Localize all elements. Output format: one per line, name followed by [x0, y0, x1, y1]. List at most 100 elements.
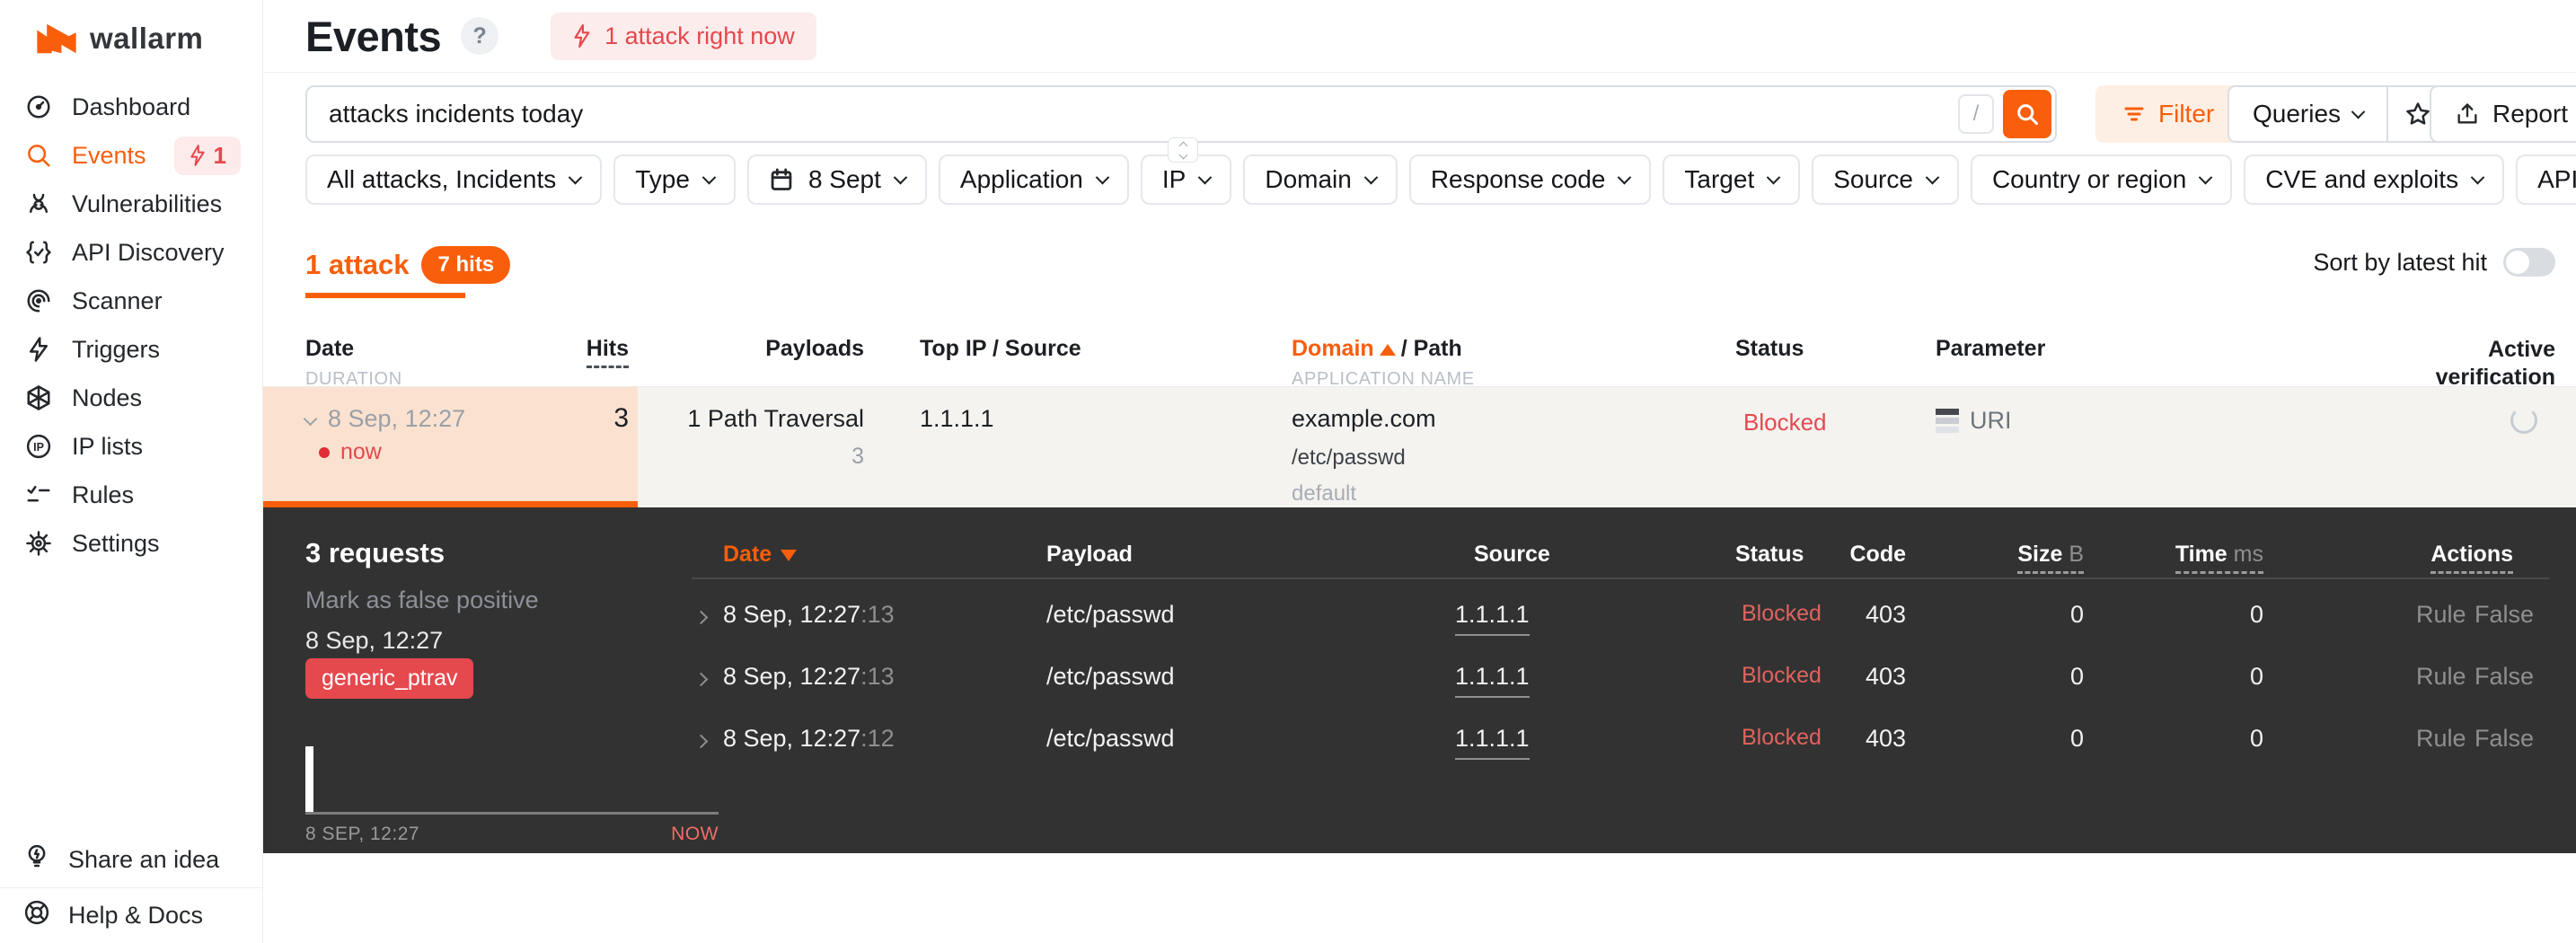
chevron-down-icon: [2351, 104, 2366, 119]
cube-icon: [23, 384, 54, 411]
domain-sort-label[interactable]: Domain: [1292, 336, 1374, 361]
filter-chip-domain[interactable]: Domain: [1243, 154, 1398, 205]
wallarm-logo[interactable]: wallarm: [0, 0, 262, 74]
results-tabbar: 1 attack 7 hits Sort by latest hit: [305, 235, 2555, 302]
chevron-down-icon: [1618, 170, 1632, 184]
sidebar-item-label: Vulnerabilities: [72, 189, 223, 217]
events-attack-badge: 1: [173, 136, 241, 175]
attack-top-ip[interactable]: 1.1.1.1: [920, 405, 994, 433]
lightning-icon: [23, 336, 54, 363]
detail-column-size[interactable]: Size B: [1949, 542, 2084, 574]
sidebar-item-rules[interactable]: Rules: [0, 471, 262, 519]
request-date: 8 Sep, 12:27:12: [723, 725, 895, 752]
expand-chevron-icon[interactable]: [693, 725, 709, 753]
sidebar-item-dashboard[interactable]: Dashboard: [0, 83, 262, 131]
request-action-rule[interactable]: Rule: [2416, 601, 2466, 629]
lightning-icon: [190, 145, 205, 166]
detail-column-status: Status: [1735, 542, 1804, 567]
sidebar-item-label: Settings: [72, 529, 160, 557]
sidebar-item-nodes[interactable]: Nodes: [0, 374, 262, 422]
request-size: 0: [2069, 725, 2084, 752]
detail-column-actions[interactable]: Actions: [2333, 542, 2513, 574]
brand-name: wallarm: [90, 22, 204, 55]
filter-button[interactable]: Filter: [2095, 85, 2242, 143]
share-an-idea[interactable]: Share an idea: [0, 832, 262, 887]
detail-column-time[interactable]: Time ms: [2129, 542, 2263, 574]
filter-chip-source[interactable]: Source: [1812, 154, 1959, 205]
app: wallarm Dashboard Events 1 Vulnerabiliti…: [0, 0, 2576, 943]
request-action-false[interactable]: False: [2475, 663, 2534, 691]
sidebar-item-api-discovery[interactable]: API Discovery: [0, 228, 262, 277]
sidebar-item-triggers[interactable]: Triggers: [0, 325, 262, 374]
request-row[interactable]: 8 Sep, 12:27:12 /etc/passwd 1.1.1.1 Bloc…: [263, 709, 2576, 771]
filter-chip-country[interactable]: Country or region: [1970, 154, 2233, 205]
queries-group: Queries: [2228, 85, 2450, 143]
help-and-docs[interactable]: Help & Docs: [0, 887, 262, 943]
filter-chip-target[interactable]: Target: [1663, 154, 1801, 205]
sidebar-item-label: Triggers: [72, 335, 161, 363]
request-action-rule[interactable]: Rule: [2416, 663, 2466, 691]
sort-toggle[interactable]: [2503, 248, 2555, 277]
attack-path: /etc/passwd: [1292, 445, 1406, 470]
request-action-false[interactable]: False: [2475, 725, 2534, 753]
expand-chevron-icon[interactable]: [693, 663, 709, 691]
request-source-ip[interactable]: 1.1.1.1: [1455, 725, 1530, 760]
expand-chevron-icon[interactable]: [693, 601, 709, 629]
request-action-rule[interactable]: Rule: [2416, 725, 2466, 753]
queries-button[interactable]: Queries: [2228, 85, 2388, 143]
filter-chip-date[interactable]: 8 Sept: [746, 154, 927, 205]
search-row: / Filter Queries: [305, 85, 2576, 163]
sidebar-item-scanner[interactable]: Scanner: [0, 277, 262, 325]
bulb-icon: [23, 843, 50, 877]
column-domain-path: Domain / Path APPLICATION NAME: [1292, 336, 1475, 389]
filter-chip-attacks-incidents[interactable]: All attacks, Incidents: [305, 154, 603, 205]
star-icon: [2406, 102, 2430, 125]
sidebar-item-label: Nodes: [72, 383, 143, 411]
page-title: Events: [305, 12, 442, 60]
column-payloads: Payloads: [765, 336, 864, 361]
search-button[interactable]: [2003, 90, 2051, 138]
attack-status: Blocked: [1743, 409, 1827, 436]
filter-icon: [2124, 107, 2144, 121]
request-source-ip[interactable]: 1.1.1.1: [1455, 601, 1530, 636]
attack-row[interactable]: 8 Sep, 12:27 now 3 1 Path Traversal 3 1.…: [263, 386, 2576, 507]
search-expand-handle[interactable]: [1168, 137, 1198, 163]
chevron-down-icon: [1363, 170, 1379, 184]
scanner-icon: [23, 287, 54, 314]
footer-item-label: Help & Docs: [68, 902, 204, 929]
detail-column-code: Code: [1849, 542, 1907, 567]
tab-attacks[interactable]: 1 attack 7 hits: [305, 246, 511, 284]
sidebar-item-events[interactable]: Events 1: [0, 131, 262, 180]
filter-chip-application[interactable]: Application: [938, 154, 1129, 205]
detail-column-date[interactable]: Date: [723, 542, 798, 568]
lifebuoy-icon: [23, 899, 50, 932]
report-button[interactable]: Report: [2430, 85, 2576, 143]
chevron-down-icon: [2199, 170, 2213, 184]
sidebar-item-vulnerabilities[interactable]: Vulnerabilities: [0, 180, 262, 228]
request-action-false[interactable]: False: [2475, 601, 2534, 629]
request-payload: /etc/passwd: [1046, 601, 1175, 628]
attack-alert-badge[interactable]: 1 attack right now: [551, 12, 816, 60]
filter-chip-cve[interactable]: CVE and exploits: [2244, 154, 2505, 205]
search-input[interactable]: [307, 100, 1958, 128]
column-hits[interactable]: Hits: [488, 336, 629, 368]
chevron-down-icon: [568, 170, 583, 184]
filter-chip-api-protocols[interactable]: API protocols: [2516, 154, 2576, 205]
request-row[interactable]: 8 Sep, 12:27:13 /etc/passwd 1.1.1.1 Bloc…: [263, 585, 2576, 647]
column-active-verification: Active verification: [2435, 337, 2555, 391]
sidebar-item-ip-lists[interactable]: IP IP lists: [0, 422, 262, 471]
search-icon: [23, 142, 54, 169]
attack-application: default: [1292, 481, 1357, 506]
filter-chip-type[interactable]: Type: [613, 154, 736, 205]
main-content: Events ? 1 attack right now / Filter: [263, 0, 2576, 943]
request-row[interactable]: 8 Sep, 12:27:13 /etc/passwd 1.1.1.1 Bloc…: [263, 647, 2576, 709]
filter-chip-response-code[interactable]: Response code: [1408, 154, 1652, 205]
sidebar-item-settings[interactable]: Settings: [0, 519, 262, 568]
help-icon[interactable]: ?: [461, 17, 499, 55]
timeline-start-label: 8 SEP, 12:27: [305, 824, 420, 844]
request-source-ip[interactable]: 1.1.1.1: [1455, 663, 1530, 698]
collapse-chevron-icon[interactable]: [303, 411, 318, 427]
sidebar-footer: Share an idea Help & Docs: [0, 832, 262, 943]
column-top-ip-source: Top IP / Source: [920, 336, 1081, 361]
active-verification-spinner-icon[interactable]: [2510, 407, 2537, 434]
